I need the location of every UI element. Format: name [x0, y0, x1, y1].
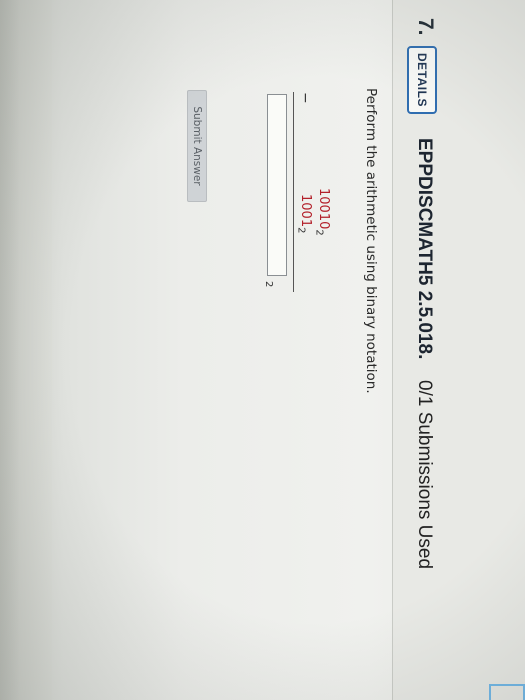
submissions-used: 0/1 Submissions Used	[414, 380, 435, 570]
operand-2-digits: 1001	[298, 194, 313, 228]
minus-sign: −	[297, 92, 313, 104]
question-number: 7.	[414, 18, 437, 36]
next-question-frame	[489, 684, 525, 700]
answer-input[interactable]	[267, 94, 287, 276]
operand-1-base: 2	[313, 229, 325, 236]
question-panel: 7. DETAILS EPPDISCMATH5 2.5.018. 0/1 Sub…	[0, 0, 525, 700]
operand-2: 10012	[295, 194, 313, 233]
submit-answer-button[interactable]: Submit Answer	[187, 90, 207, 202]
answer-base: 2	[263, 281, 274, 288]
operand-2-base: 2	[295, 227, 307, 234]
screen-edge-shadow	[0, 0, 20, 700]
question-code: EPPDISCMATH5 2.5.018.	[414, 138, 435, 360]
details-button[interactable]: DETAILS	[407, 46, 437, 114]
question-prompt: Perform the arithmetic using binary nota…	[363, 88, 379, 394]
subtraction-rule	[293, 92, 294, 292]
operand-1-digits: 10010	[316, 188, 331, 230]
operand-1: 100102	[313, 188, 331, 236]
